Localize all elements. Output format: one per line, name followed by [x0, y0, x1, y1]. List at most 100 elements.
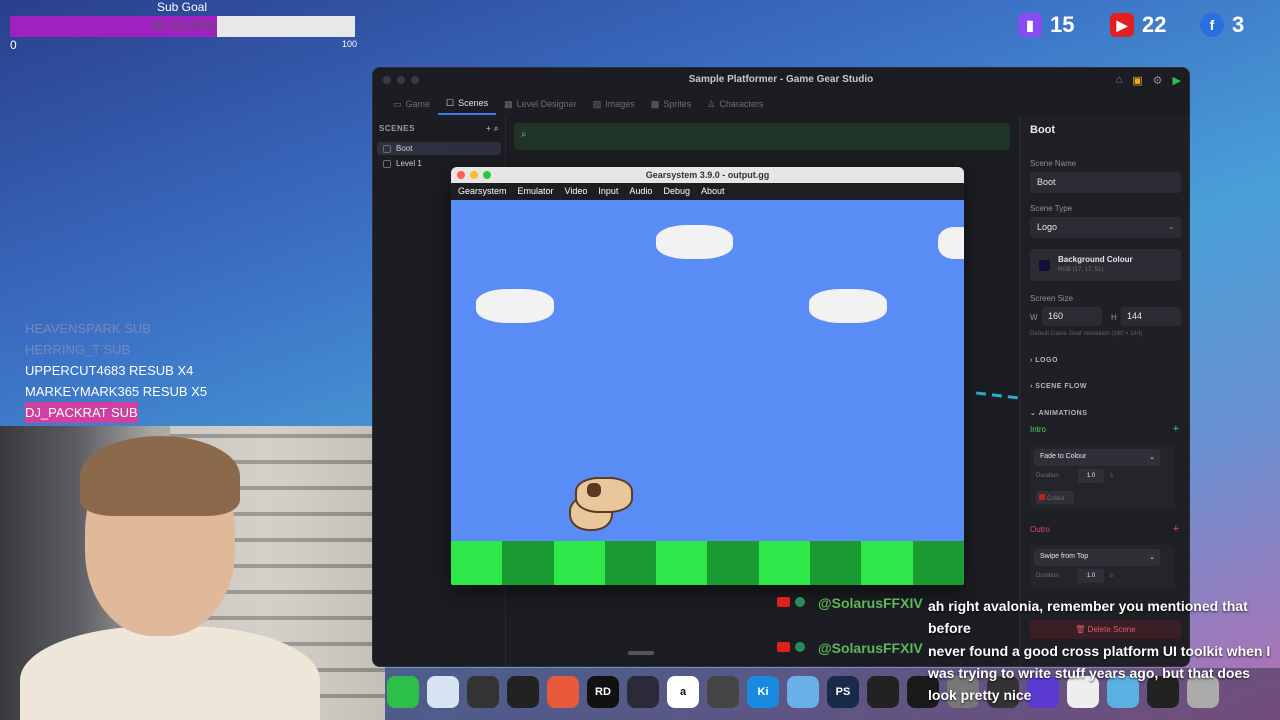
menu-audio[interactable]: Audio — [629, 183, 652, 200]
youtube-count-widget: ▶ 22 — [1110, 12, 1166, 38]
scene-checkbox[interactable] — [383, 144, 391, 153]
intro-label: Intro — [1030, 425, 1047, 434]
outro-animation-select[interactable]: Swipe from Top ⌄ — [1034, 549, 1160, 566]
tab-sprites[interactable]: ▩ Sprites — [643, 93, 700, 115]
subgoal-progress-text: 60 (60.00%) — [151, 19, 217, 33]
gamepad-icon: ▭ — [393, 98, 402, 109]
search-icon[interactable]: ⌕ — [494, 124, 499, 133]
sprite-icon: ▩ — [650, 98, 660, 109]
shop-icon[interactable] — [467, 676, 499, 708]
twitch-count-widget: ▮ 15 — [1018, 12, 1074, 38]
event-item: HERRING_T SUB — [25, 342, 131, 357]
play-icon[interactable]: ▶ — [1173, 74, 1181, 87]
rider-icon[interactable]: RD — [587, 676, 619, 708]
scene-icon: ☐ — [446, 97, 455, 108]
event-item: UPPERCUT4683 RESUB X4 — [25, 363, 194, 378]
settings-icon[interactable]: ⚙ — [1153, 74, 1163, 87]
scene-item-boot[interactable]: Boot — [377, 142, 501, 155]
person-hair — [80, 436, 240, 516]
toolbar-actions: ⌂ ▣ ⚙ ▶ — [1116, 74, 1181, 87]
minimize-icon — [470, 171, 478, 179]
menu-debug[interactable]: Debug — [663, 183, 690, 200]
tab-game[interactable]: ▭ Game — [385, 93, 438, 115]
facebook-icon: f — [1200, 13, 1224, 37]
chat-username: @SolarusFFXIV — [818, 595, 923, 611]
zoom-icon — [483, 171, 491, 179]
tab-bar: ▭ Game ☐ Scenes ▦ Level Designer ▨ Images ▩ S… — [373, 93, 1189, 115]
intro-animation-select[interactable]: Fade to Colour ⌄ — [1034, 449, 1160, 466]
outro-label: Outro — [1030, 525, 1051, 534]
emulator-menu-bar: Gearsystem Emulator Video Input Audio De… — [451, 183, 964, 200]
facebook-count: 3 — [1232, 12, 1245, 37]
section-scene-flow[interactable]: › SCENE FLOW — [1030, 383, 1087, 390]
pug-sprite-eye — [587, 483, 601, 497]
colour-button[interactable]: Colour — [1036, 491, 1074, 504]
width-input[interactable]: 160 — [1042, 307, 1102, 326]
chevron-down-icon: ⌄ — [1149, 454, 1155, 461]
scene-type-select[interactable]: Logo ⌄ — [1030, 217, 1181, 238]
background-colour-picker[interactable]: Background Colour RGB (17, 17, 51) — [1030, 249, 1181, 281]
scene-search-bar[interactable]: ⌕ — [514, 123, 1010, 150]
menu-emulator[interactable]: Emulator — [518, 183, 554, 200]
inspector-panel: Boot Scene Name Boot Scene Type Logo ⌄ B… — [1019, 116, 1189, 666]
scene-type-label: Scene Type — [1030, 204, 1073, 213]
github-icon[interactable] — [507, 676, 539, 708]
height-input[interactable]: 144 — [1121, 307, 1181, 326]
inspector-title: Boot — [1030, 124, 1056, 136]
emulator-title: Gearsystem 3.9.0 - output.gg — [451, 167, 964, 183]
section-animations[interactable]: ⌄ ANIMATIONS — [1030, 409, 1087, 417]
emulator-window-controls[interactable] — [457, 171, 491, 179]
section-logo[interactable]: › LOGO — [1030, 357, 1058, 364]
image-icon: ▨ — [592, 98, 602, 109]
tab-images[interactable]: ▨ Images — [585, 93, 643, 115]
menu-input[interactable]: Input — [598, 183, 618, 200]
resolve-icon[interactable] — [627, 676, 659, 708]
add-outro-icon[interactable]: + — [1173, 523, 1179, 535]
close-icon — [457, 171, 465, 179]
obs-icon[interactable] — [707, 676, 739, 708]
cloud — [809, 289, 887, 323]
canvas-scrollbar[interactable] — [628, 651, 654, 655]
messages-icon[interactable] — [387, 676, 419, 708]
menu-about[interactable]: About — [701, 183, 725, 200]
screen-size-label: Screen Size — [1030, 294, 1074, 303]
scene-checkbox[interactable] — [383, 159, 391, 168]
photoshop-icon[interactable]: PS — [827, 676, 859, 708]
audio-icon[interactable] — [867, 676, 899, 708]
cloud — [656, 225, 733, 259]
spark-icon[interactable] — [547, 676, 579, 708]
person-icon: ♙ — [707, 98, 716, 109]
tab-characters[interactable]: ♙ Characters — [699, 93, 771, 115]
menu-video[interactable]: Video — [565, 183, 588, 200]
finder-icon[interactable] — [787, 676, 819, 708]
add-scene-icon[interactable]: + — [486, 124, 491, 133]
youtube-icon — [777, 597, 790, 607]
scene-name-input[interactable]: Boot — [1030, 172, 1181, 193]
tab-scenes[interactable]: ☐ Scenes — [438, 93, 497, 115]
chat-username: @SolarusFFXIV — [818, 640, 923, 656]
chat-text: ah right avalonia, remember you mentione… — [928, 598, 1248, 636]
home-icon[interactable]: ⌂ — [1116, 74, 1123, 87]
youtube-icon: ▶ — [1110, 13, 1134, 37]
webcam-feed — [0, 426, 385, 720]
subgoal-min: 0 — [10, 38, 17, 52]
outro-animation-card: Swipe from Top ⌄ Duration 1.0 s — [1030, 545, 1175, 589]
intro-duration-input[interactable]: 1.0 — [1078, 469, 1104, 483]
menu-gearsystem[interactable]: Gearsystem — [458, 183, 507, 200]
outro-duration-input[interactable]: 1.0 — [1078, 569, 1104, 583]
facebook-count-widget: f 3 — [1200, 12, 1244, 38]
save-icon[interactable]: ▣ — [1132, 74, 1142, 87]
preview-icon[interactable] — [427, 676, 459, 708]
ground-tiles — [451, 541, 964, 585]
event-item: MARKEYMARK365 RESUB X5 — [25, 384, 208, 399]
default-resolution-note: Default Game Gear resolution (160 × 144) — [1030, 331, 1143, 337]
amazon-icon[interactable]: a — [667, 676, 699, 708]
kindle-icon[interactable]: Ki — [747, 676, 779, 708]
cloud — [938, 227, 964, 259]
emulator-window: Gearsystem 3.9.0 - output.gg Gearsystem … — [451, 167, 964, 585]
tab-level-designer[interactable]: ▦ Level Designer — [496, 93, 585, 115]
scene-name-label: Scene Name — [1030, 159, 1077, 168]
add-intro-icon[interactable]: + — [1173, 423, 1179, 435]
event-item-highlight: DJ_PACKRAT SUB — [25, 402, 138, 423]
colour-swatch[interactable] — [1039, 260, 1050, 271]
